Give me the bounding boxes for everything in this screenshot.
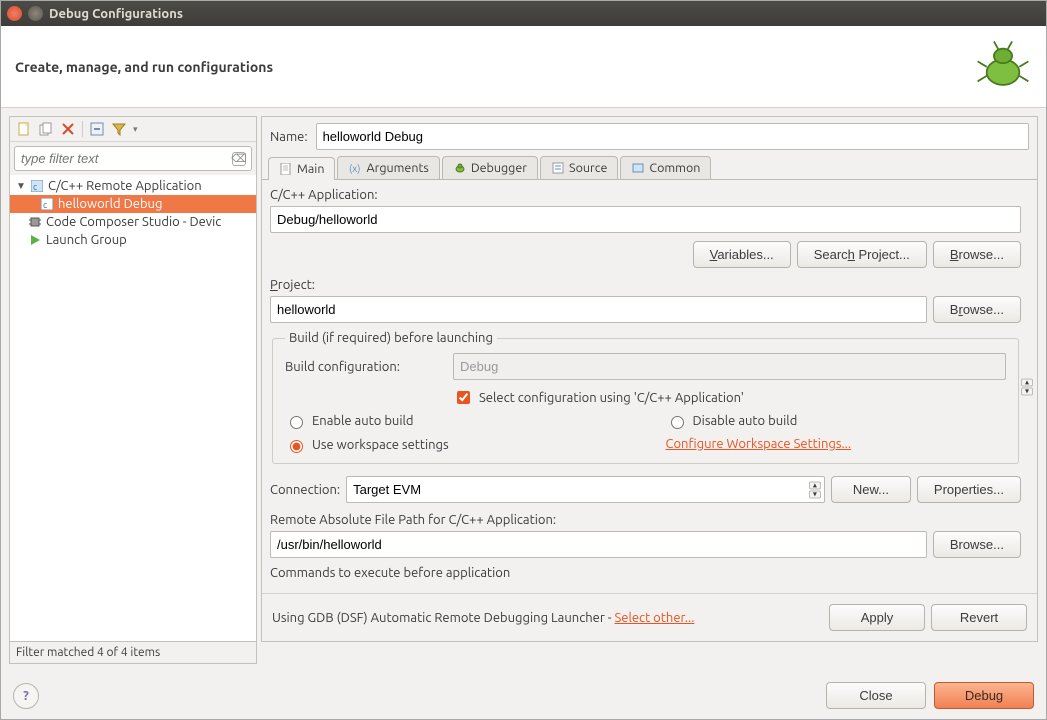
search-project-button[interactable]: Search Project...: [797, 241, 927, 268]
select-config-checkbox[interactable]: Select configuration using 'C/C++ Applic…: [453, 388, 1006, 407]
chevron-down-icon[interactable]: ▼: [16, 180, 26, 192]
tab-arguments[interactable]: (x) Arguments: [337, 156, 439, 179]
tab-debugger[interactable]: Debugger: [442, 156, 538, 179]
tree-label: Code Composer Studio - Devic: [46, 215, 221, 229]
variables-button[interactable]: VVariables...ariables...: [693, 241, 791, 268]
svg-text:c: c: [33, 182, 37, 192]
browse-app-button[interactable]: Browse...: [933, 241, 1021, 268]
page-title: Create, manage, and run configurations: [15, 59, 273, 75]
select-launcher-link[interactable]: Select other...: [614, 611, 694, 625]
play-icon: [28, 233, 42, 247]
toolbar-separator: [82, 121, 83, 137]
new-config-icon[interactable]: [16, 121, 32, 137]
tab-label: Arguments: [366, 161, 428, 175]
enable-auto-build-radio[interactable]: Enable auto build: [285, 413, 626, 429]
tab-label: Main: [297, 162, 324, 176]
revert-button[interactable]: Revert: [931, 604, 1027, 631]
chevron-up-icon[interactable]: ▴: [809, 481, 821, 489]
common-icon: [631, 161, 645, 175]
configurations-pane: ▾ ⌫ ▼ c C/C++ Remote Application c hello…: [9, 116, 257, 642]
remote-path-label: Remote Absolute File Path for C/C++ Appl…: [270, 513, 1021, 527]
svg-text:(x): (x): [349, 163, 360, 174]
c-app-icon: c: [40, 197, 54, 211]
name-label: Name:: [270, 130, 308, 144]
tabbar: Main (x) Arguments Debugger Source: [262, 156, 1037, 180]
tree-label: Launch Group: [46, 233, 127, 247]
build-config-combo: [453, 353, 1006, 380]
debug-bug-icon: [974, 36, 1032, 97]
window-title: Debug Configurations: [49, 7, 183, 21]
help-button[interactable]: ?: [13, 683, 39, 709]
config-toolbar: ▾: [10, 117, 256, 142]
project-input[interactable]: [270, 296, 927, 323]
tab-content-main: C/C++ Application: VVariables...ariables…: [262, 180, 1037, 593]
tab-common[interactable]: Common: [620, 156, 711, 179]
tab-main[interactable]: Main: [268, 157, 335, 180]
clear-filter-icon[interactable]: ⌫: [232, 152, 246, 166]
args-icon: (x): [348, 161, 362, 175]
app-label: C/C++ Application:: [270, 188, 1021, 202]
tree-label: helloworld Debug: [58, 197, 162, 211]
filter-config-icon[interactable]: [111, 121, 127, 137]
header: Create, manage, and run configurations: [1, 26, 1046, 108]
tab-label: Source: [569, 161, 607, 175]
debug-button[interactable]: Debug: [934, 682, 1034, 709]
apply-button[interactable]: Apply: [829, 604, 925, 631]
tree-item-launch-group[interactable]: Launch Group: [10, 231, 256, 249]
build-group: Build (if required) before launching Bui…: [272, 331, 1019, 464]
tab-label: Debugger: [471, 161, 527, 175]
titlebar: Debug Configurations: [1, 1, 1046, 26]
chevron-down-icon[interactable]: ▾: [809, 490, 821, 498]
source-icon: [551, 161, 565, 175]
app-path-input[interactable]: [270, 206, 1021, 233]
commands-label: Commands to execute before application: [270, 566, 1021, 580]
collapse-all-icon[interactable]: [89, 121, 105, 137]
connection-combo[interactable]: [346, 476, 825, 503]
project-label: Project:: [270, 278, 1021, 292]
config-tree[interactable]: ▼ c C/C++ Remote Application c helloworl…: [10, 175, 256, 641]
build-group-legend: Build (if required) before launching: [285, 331, 497, 345]
config-name-input[interactable]: [316, 123, 1029, 150]
tree-item-cpp-remote[interactable]: ▼ c C/C++ Remote Application: [10, 177, 256, 195]
disable-auto-build-radio[interactable]: Disable auto build: [666, 413, 1007, 429]
browse-project-button[interactable]: Browse...: [933, 296, 1021, 323]
new-connection-button[interactable]: New...: [831, 476, 911, 503]
tree-item-helloworld-debug[interactable]: c helloworld Debug: [10, 195, 256, 213]
c-app-icon: c: [30, 179, 44, 193]
config-detail-pane: Name: Main (x) Arguments Debugger: [261, 116, 1038, 642]
document-icon: [279, 162, 293, 176]
connection-label: Connection:: [270, 483, 340, 497]
filter-status: Filter matched 4 of 4 items: [9, 642, 257, 664]
svg-text:c: c: [43, 200, 47, 210]
chevron-up-icon: ▴: [1021, 378, 1033, 386]
delete-config-icon[interactable]: [60, 121, 76, 137]
tab-label: Common: [649, 161, 700, 175]
configure-workspace-link[interactable]: Configure Workspace Settings...: [666, 437, 1007, 451]
tab-source[interactable]: Source: [540, 156, 618, 179]
build-config-label: Build configuration:: [285, 360, 445, 374]
remote-path-input[interactable]: [270, 531, 927, 558]
launcher-info: Using GDB (DSF) Automatic Remote Debuggi…: [272, 611, 694, 625]
tree-label: C/C++ Remote Application: [48, 179, 202, 193]
use-workspace-radio[interactable]: Use workspace settings: [285, 437, 626, 453]
filter-input[interactable]: [14, 146, 252, 171]
browse-remote-button[interactable]: Browse...: [933, 531, 1021, 558]
chip-icon: [28, 215, 42, 229]
bug-icon: [453, 161, 467, 175]
duplicate-config-icon[interactable]: [38, 121, 54, 137]
close-button[interactable]: Close: [826, 682, 926, 709]
window-minimize-icon[interactable]: [28, 6, 43, 21]
chevron-down-icon: ▾: [1021, 387, 1033, 395]
window-close-icon[interactable]: [7, 6, 22, 21]
connection-properties-button[interactable]: Properties...: [917, 476, 1021, 503]
tree-item-ccs[interactable]: Code Composer Studio - Devic: [10, 213, 256, 231]
